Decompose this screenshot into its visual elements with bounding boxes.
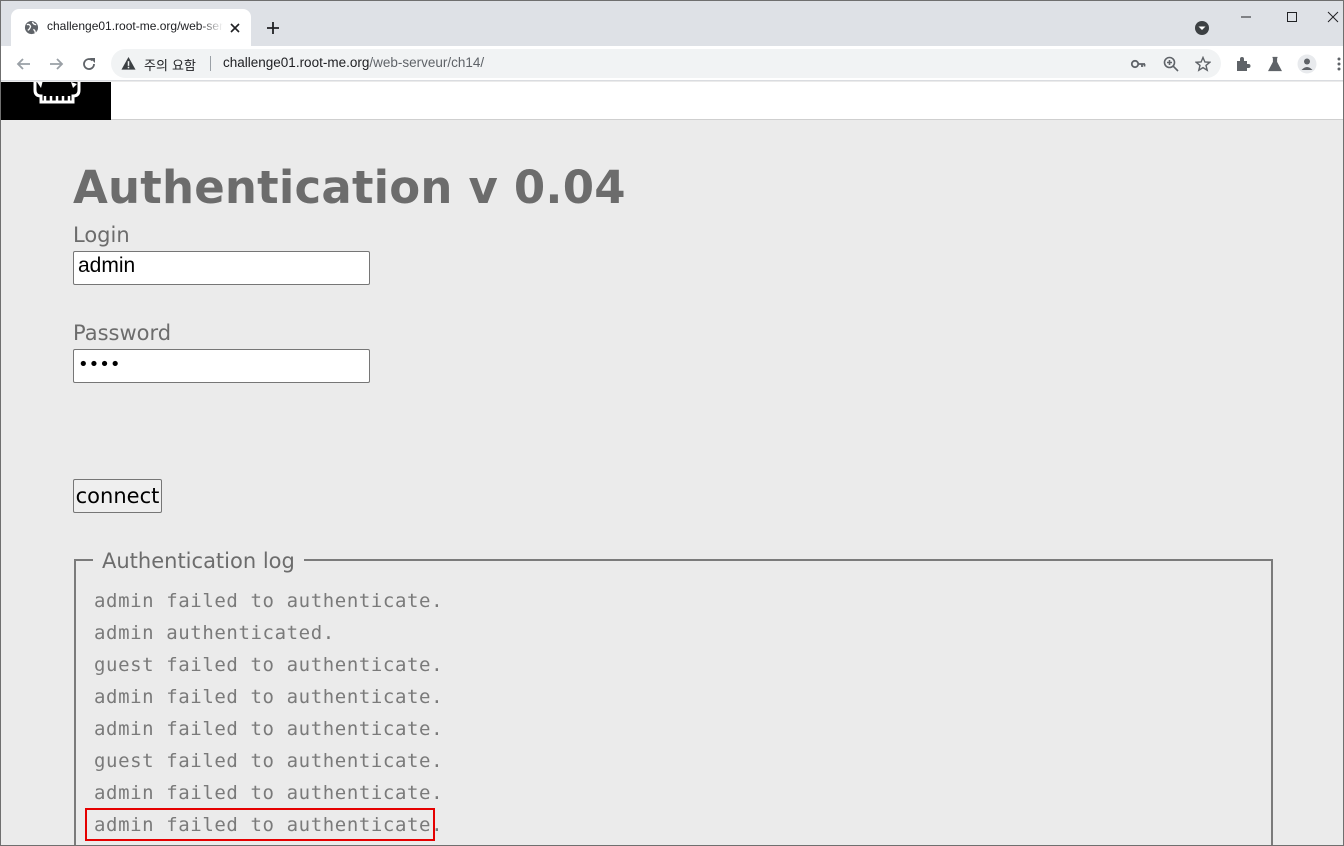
password-input-value: ••••	[78, 354, 121, 375]
login-label: Login	[73, 223, 130, 247]
password-label: Password	[73, 321, 172, 345]
url-text[interactable]: challenge01.root-me.org/web-serveur/ch14…	[223, 55, 484, 70]
star-icon[interactable]	[1194, 55, 1211, 72]
tab-title: challenge01.root-me.org/web-serveur/ch14…	[47, 19, 223, 37]
profile-icon[interactable]	[1297, 54, 1317, 74]
omnibox-separator	[210, 56, 211, 71]
tab-active[interactable]: challenge01.root-me.org/web-serveur/ch14…	[11, 9, 251, 46]
minimize-icon[interactable]	[1234, 7, 1258, 27]
warning-icon[interactable]	[121, 56, 136, 71]
menu-icon[interactable]	[1329, 54, 1343, 74]
zoom-icon[interactable]	[1162, 55, 1179, 72]
security-status-label[interactable]: 주의 요함	[144, 55, 196, 74]
close-window-icon[interactable]	[1321, 7, 1343, 27]
reload-icon[interactable]	[78, 53, 100, 75]
highlight-annotation-box	[85, 808, 435, 841]
forward-icon[interactable]	[45, 53, 67, 75]
key-icon[interactable]	[1129, 55, 1146, 72]
omnibox[interactable]: 주의 요함 challenge01.root-me.org/web-serveu…	[111, 49, 1221, 78]
page-header	[1, 82, 1343, 120]
browser-toolbar: 주의 요함 challenge01.root-me.org/web-serveu…	[1, 46, 1343, 81]
url-host: challenge01.root-me.org	[223, 55, 370, 70]
tab-search-icon[interactable]	[1193, 19, 1211, 37]
login-input[interactable]: admin	[73, 251, 370, 285]
log-line: admin failed to authenticate.	[94, 590, 444, 612]
connect-button[interactable]: connect	[73, 479, 162, 513]
globe-icon	[24, 20, 39, 35]
log-line: guest failed to authenticate.	[94, 654, 444, 676]
log-line: guest failed to authenticate.	[94, 750, 444, 772]
labs-icon[interactable]	[1265, 54, 1285, 74]
site-logo[interactable]	[1, 82, 111, 120]
close-icon[interactable]	[227, 20, 243, 36]
plus-icon[interactable]	[263, 18, 283, 38]
log-line: admin authenticated.	[94, 622, 335, 644]
login-input-value: admin	[78, 254, 136, 277]
tab-strip: challenge01.root-me.org/web-serveur/ch14…	[1, 1, 1343, 46]
extensions-icon[interactable]	[1233, 54, 1253, 74]
log-line: admin failed to authenticate.	[94, 686, 444, 708]
password-input[interactable]: ••••	[73, 349, 370, 383]
url-path: /web-serveur/ch14/	[369, 55, 485, 70]
browser-window: challenge01.root-me.org/web-serveur/ch14…	[0, 0, 1344, 846]
log-line: admin failed to authenticate.	[94, 718, 444, 740]
page-title: Authentication v 0.04	[73, 161, 626, 214]
maximize-icon[interactable]	[1280, 7, 1304, 27]
log-line: admin failed to authenticate.	[94, 782, 444, 804]
auth-log-legend: Authentication log	[93, 549, 304, 573]
back-icon[interactable]	[13, 53, 35, 75]
